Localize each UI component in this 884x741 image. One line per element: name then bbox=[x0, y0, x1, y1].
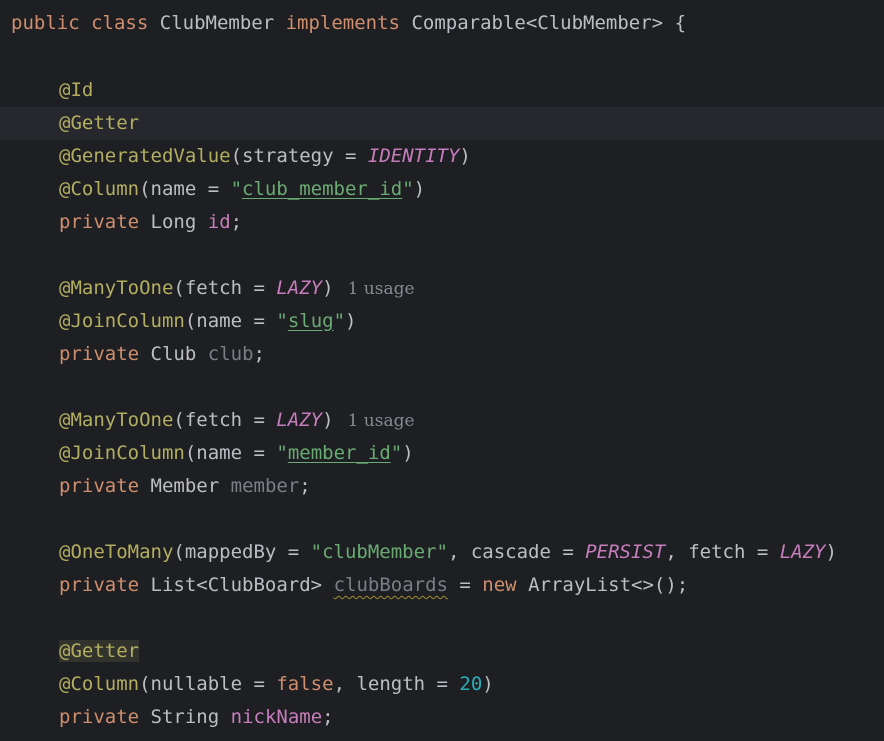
string-quote: " bbox=[276, 310, 288, 332]
annotation-join-column: @JoinColumn bbox=[59, 310, 185, 332]
code-line-club-boards-field[interactable]: private List<ClubBoard> clubBoards = new… bbox=[0, 569, 884, 602]
usage-hint[interactable]: 1 usage bbox=[334, 411, 415, 431]
annotation-args: , cascade = bbox=[447, 541, 586, 563]
enum-constant: LAZY bbox=[779, 541, 826, 563]
code-line-nickname-field[interactable]: private String nickName; bbox=[0, 701, 884, 734]
keyword-private: private bbox=[59, 343, 140, 365]
field-name: nickName bbox=[230, 706, 323, 728]
code-line-id-field[interactable]: private Long id; bbox=[0, 206, 884, 239]
close-paren: ) bbox=[322, 409, 334, 431]
code-line-join-column[interactable]: @JoinColumn(name = "member_id") bbox=[0, 437, 884, 470]
code-line-many-to-one[interactable]: @ManyToOne(fetch = LAZY) 1 usage bbox=[0, 404, 884, 437]
string-quote: " bbox=[390, 442, 403, 464]
annotation-join-column: @JoinColumn bbox=[59, 442, 185, 464]
annotation-args: (name = bbox=[184, 310, 277, 332]
enum-constant: IDENTITY bbox=[367, 145, 460, 167]
close-paren: ) bbox=[413, 178, 426, 200]
keyword-false: false bbox=[276, 673, 334, 695]
annotation-args: (fetch = bbox=[173, 409, 277, 431]
annotation-column: @Column bbox=[59, 673, 140, 695]
field-name: member bbox=[230, 475, 300, 497]
keyword-private: private bbox=[59, 211, 140, 233]
code-line-club-field[interactable]: private Club club; bbox=[0, 338, 884, 371]
class-name: ClubMember bbox=[159, 12, 275, 34]
annotation-column: @Column bbox=[59, 178, 140, 200]
annotation-one-to-many: @OneToMany bbox=[59, 541, 174, 563]
code-line-getter-annotation[interactable]: @Getter bbox=[0, 107, 884, 140]
field-type: Club bbox=[150, 343, 197, 365]
annotation-args: , length = bbox=[333, 673, 460, 695]
semicolon: ; bbox=[299, 475, 311, 497]
keyword-new: new bbox=[482, 574, 517, 596]
annotation-generated-value: @GeneratedValue bbox=[59, 145, 231, 167]
annotation-args: , fetch = bbox=[665, 541, 780, 563]
field-type: Long bbox=[150, 211, 197, 233]
field-type: String bbox=[150, 706, 220, 728]
annotation-args: (strategy = bbox=[230, 145, 368, 167]
annotation-args: (nullable = bbox=[139, 673, 277, 695]
code-line-many-to-one[interactable]: @ManyToOne(fetch = LAZY) 1 usage bbox=[0, 272, 884, 305]
field-type: List<ClubBoard> bbox=[150, 574, 323, 596]
keyword-private: private bbox=[59, 706, 140, 728]
enum-constant: LAZY bbox=[276, 409, 323, 431]
close-paren: ) bbox=[345, 310, 357, 332]
keyword-private: private bbox=[59, 574, 140, 596]
field-type: Member bbox=[150, 475, 220, 497]
code-line-generated-value[interactable]: @GeneratedValue(strategy = IDENTITY) bbox=[0, 140, 884, 173]
number-literal: 20 bbox=[459, 673, 483, 695]
annotation-args: (fetch = bbox=[173, 277, 277, 299]
close-paren: ) bbox=[825, 541, 837, 563]
annotation-args: (mappedBy = bbox=[173, 541, 311, 563]
enum-constant: PERSIST bbox=[585, 541, 666, 563]
string-literal[interactable]: member_id bbox=[288, 442, 391, 464]
annotation-many-to-one: @ManyToOne bbox=[59, 409, 174, 431]
keyword-implements: implements bbox=[285, 12, 400, 34]
close-paren: ) bbox=[322, 277, 334, 299]
assign-operator: = bbox=[447, 574, 483, 596]
code-line-id-annotation[interactable]: @Id bbox=[0, 74, 884, 107]
enum-constant: LAZY bbox=[276, 277, 323, 299]
keyword-class: class bbox=[91, 12, 149, 34]
usage-hint[interactable]: 1 usage bbox=[334, 279, 415, 299]
close-paren: ) bbox=[482, 673, 494, 695]
field-name-warning[interactable]: clubBoards bbox=[334, 574, 448, 596]
code-line-one-to-many[interactable]: @OneToMany(mappedBy = "clubMember", casc… bbox=[0, 536, 884, 569]
field-name: id bbox=[207, 211, 231, 233]
string-quote: " bbox=[276, 442, 288, 464]
constructor-call: ArrayList<>(); bbox=[516, 574, 689, 596]
interface-name: Comparable<ClubMember> bbox=[411, 12, 664, 34]
close-paren: ) bbox=[459, 145, 471, 167]
field-name: club bbox=[207, 343, 254, 365]
string-literal[interactable]: club_member_id bbox=[242, 178, 402, 200]
semicolon: ; bbox=[253, 343, 265, 365]
annotation-getter: @Getter bbox=[59, 112, 140, 134]
code-line-getter-annotation[interactable]: @Getter bbox=[0, 635, 884, 668]
code-line-column-annotation[interactable]: @Column(name = "club_member_id") bbox=[0, 173, 884, 206]
code-editor[interactable]: public class ClubMember implements Compa… bbox=[0, 0, 884, 741]
annotation-many-to-one: @ManyToOne bbox=[59, 277, 174, 299]
string-quote: " bbox=[333, 310, 346, 332]
close-paren: ) bbox=[402, 442, 414, 464]
keyword-private: private bbox=[59, 475, 140, 497]
semicolon: ; bbox=[322, 706, 334, 728]
code-line-column-annotation[interactable]: @Column(nullable = false, length = 20) bbox=[0, 668, 884, 701]
annotation-args: (name = bbox=[184, 442, 277, 464]
string-literal: "clubMember" bbox=[310, 541, 448, 563]
code-line-member-field[interactable]: private Member member; bbox=[0, 470, 884, 503]
annotation-getter: @Getter bbox=[59, 640, 140, 662]
string-quote: " bbox=[402, 178, 414, 200]
annotation-id: @Id bbox=[59, 79, 94, 101]
string-literal[interactable]: slug bbox=[288, 310, 334, 332]
annotation-args: (name = bbox=[139, 178, 231, 200]
code-line-class-declaration[interactable]: public class ClubMember implements Compa… bbox=[0, 7, 884, 40]
open-brace: { bbox=[674, 12, 687, 34]
string-quote: " bbox=[230, 178, 243, 200]
code-line-join-column[interactable]: @JoinColumn(name = "slug") bbox=[0, 305, 884, 338]
semicolon: ; bbox=[230, 211, 243, 233]
keyword-public: public bbox=[11, 12, 80, 34]
